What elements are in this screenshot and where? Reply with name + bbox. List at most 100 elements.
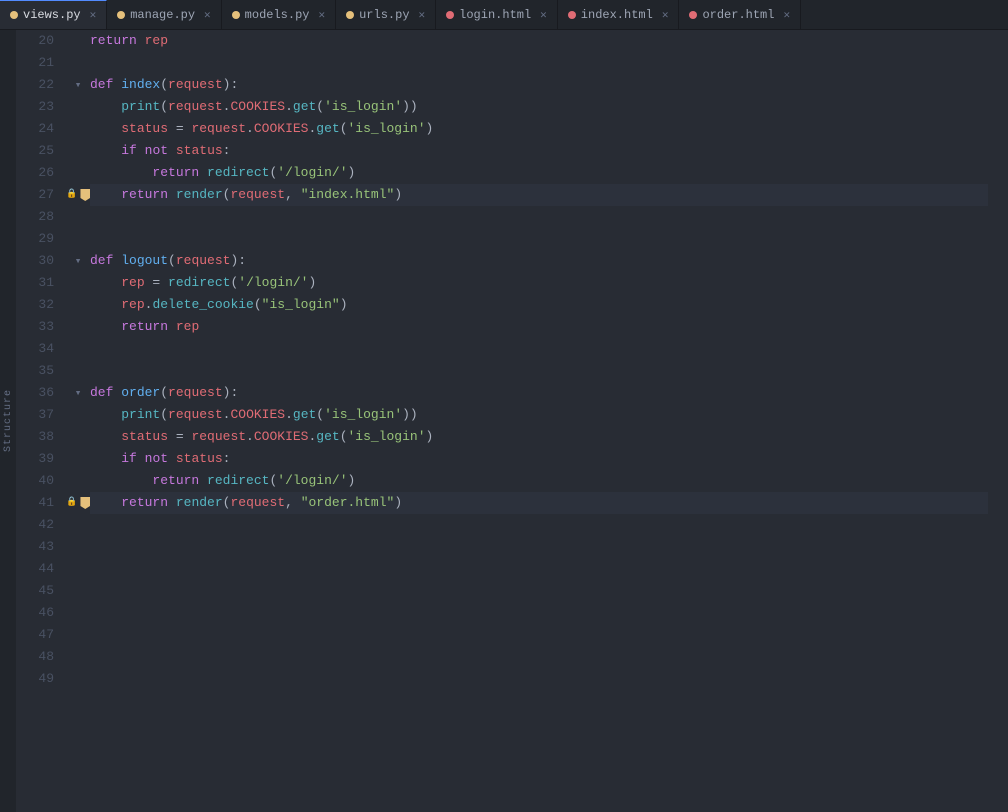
- line-num-20: 20: [16, 30, 58, 52]
- code-line-49: [90, 668, 988, 690]
- fold-arrow-30[interactable]: ▾: [75, 254, 82, 268]
- bookmark-icon-27: [80, 189, 90, 201]
- line-num-41: 41: [16, 492, 58, 514]
- code-line-26: return redirect('/login/'): [90, 162, 988, 184]
- gutter-empty-25: [66, 140, 90, 162]
- tab-views-py[interactable]: views.py ✕: [0, 0, 107, 29]
- code-line-32: rep.delete_cookie("is_login"): [90, 294, 988, 316]
- gutter-empty-29: [66, 228, 90, 250]
- tab-login-html[interactable]: login.html ✕: [436, 0, 558, 29]
- tab-icon-views-py: [10, 11, 18, 19]
- tab-icon-login-html: [446, 11, 454, 19]
- tab-label-views-py: views.py: [23, 8, 81, 22]
- gutter-empty-49: [66, 668, 90, 690]
- gutter-empty-38: [66, 426, 90, 448]
- line-num-38: 38: [16, 426, 58, 448]
- code-line-27: return render(request, "index.html"): [90, 184, 988, 206]
- line-num-33: 33: [16, 316, 58, 338]
- line-num-40: 40: [16, 470, 58, 492]
- tab-label-urls-py: urls.py: [359, 8, 409, 22]
- line-num-25: 25: [16, 140, 58, 162]
- code-line-23: print(request.COOKIES.get('is_login')): [90, 96, 988, 118]
- gutter-empty-31: [66, 272, 90, 294]
- tab-close-models-py[interactable]: ✕: [318, 8, 325, 22]
- gutter-empty-33: [66, 316, 90, 338]
- gutter: ▾ 🔒 ▾ ▾ 🔒: [66, 30, 90, 812]
- line-num-31: 31: [16, 272, 58, 294]
- tab-icon-manage-py: [117, 11, 125, 19]
- gutter-empty-26: [66, 162, 90, 184]
- tab-manage-py[interactable]: manage.py ✕: [107, 0, 221, 29]
- tab-close-manage-py[interactable]: ✕: [204, 8, 211, 22]
- gutter-bookmark-41: 🔒: [66, 492, 90, 514]
- code-lines[interactable]: return rep def index(request): print(req…: [90, 30, 1008, 812]
- tab-close-login-html[interactable]: ✕: [540, 8, 547, 22]
- line-numbers: 2021222324252627282930313233343536373839…: [16, 30, 66, 812]
- tab-close-index-html[interactable]: ✕: [662, 8, 669, 22]
- code-line-30: def logout(request):: [90, 250, 988, 272]
- lock-icon-41: 🔒: [66, 497, 77, 509]
- tab-label-models-py: models.py: [245, 8, 310, 22]
- code-line-40: return redirect('/login/'): [90, 470, 988, 492]
- tab-close-order-html[interactable]: ✕: [783, 8, 790, 22]
- code-line-34: [90, 338, 988, 360]
- line-num-37: 37: [16, 404, 58, 426]
- tab-order-html[interactable]: order.html ✕: [679, 0, 801, 29]
- code-line-21: [90, 52, 988, 74]
- editor-area: Structure 202122232425262728293031323334…: [0, 30, 1008, 812]
- code-line-42: [90, 514, 988, 536]
- line-num-24: 24: [16, 118, 58, 140]
- tab-close-urls-py[interactable]: ✕: [419, 8, 426, 22]
- tab-bar: views.py ✕ manage.py ✕ models.py ✕ urls.…: [0, 0, 1008, 30]
- tab-label-manage-py: manage.py: [130, 8, 195, 22]
- code-line-48: [90, 646, 988, 668]
- gutter-empty-45: [66, 580, 90, 602]
- tab-icon-order-html: [689, 11, 697, 19]
- gutter-empty-39: [66, 448, 90, 470]
- code-line-25: if not status:: [90, 140, 988, 162]
- tab-label-order-html: order.html: [702, 8, 774, 22]
- gutter-empty-24: [66, 118, 90, 140]
- fold-arrow-22[interactable]: ▾: [75, 78, 82, 92]
- tab-index-html[interactable]: index.html ✕: [558, 0, 680, 29]
- bookmark-icon-41: [80, 497, 90, 509]
- gutter-empty-43: [66, 536, 90, 558]
- gutter-empty-35: [66, 360, 90, 382]
- code-line-33: return rep: [90, 316, 988, 338]
- gutter-fold-22: ▾: [66, 74, 90, 96]
- gutter-bookmark-27: 🔒: [66, 184, 90, 206]
- gutter-empty-42: [66, 514, 90, 536]
- structure-panel: Structure: [0, 30, 16, 812]
- tab-close-views-py[interactable]: ✕: [90, 8, 97, 22]
- line-num-28: 28: [16, 206, 58, 228]
- tab-models-py[interactable]: models.py ✕: [222, 0, 336, 29]
- gutter-fold-30: ▾: [66, 250, 90, 272]
- gutter-fold-36: ▾: [66, 382, 90, 404]
- code-area[interactable]: 2021222324252627282930313233343536373839…: [16, 30, 1008, 812]
- gutter-empty-21: [66, 52, 90, 74]
- gutter-empty-32: [66, 294, 90, 316]
- code-line-29: [90, 228, 988, 250]
- line-num-35: 35: [16, 360, 58, 382]
- line-num-23: 23: [16, 96, 58, 118]
- code-line-43: [90, 536, 988, 558]
- tab-label-index-html: index.html: [581, 8, 653, 22]
- gutter-empty-28: [66, 206, 90, 228]
- tab-urls-py[interactable]: urls.py ✕: [336, 0, 436, 29]
- code-line-41: return render(request, "order.html"): [90, 492, 988, 514]
- tab-label-login-html: login.html: [459, 8, 531, 22]
- line-num-39: 39: [16, 448, 58, 470]
- line-num-36: 36: [16, 382, 58, 404]
- code-line-38: status = request.COOKIES.get('is_login'): [90, 426, 988, 448]
- code-line-47: [90, 624, 988, 646]
- line-num-42: 42: [16, 514, 58, 536]
- code-line-28: [90, 206, 988, 228]
- code-line-22: def index(request):: [90, 74, 988, 96]
- fold-arrow-36[interactable]: ▾: [75, 386, 82, 400]
- line-num-22: 22: [16, 74, 58, 96]
- line-num-48: 48: [16, 646, 58, 668]
- gutter-empty-44: [66, 558, 90, 580]
- gutter-empty-47: [66, 624, 90, 646]
- code-line-20: return rep: [90, 30, 988, 52]
- tab-icon-urls-py: [346, 11, 354, 19]
